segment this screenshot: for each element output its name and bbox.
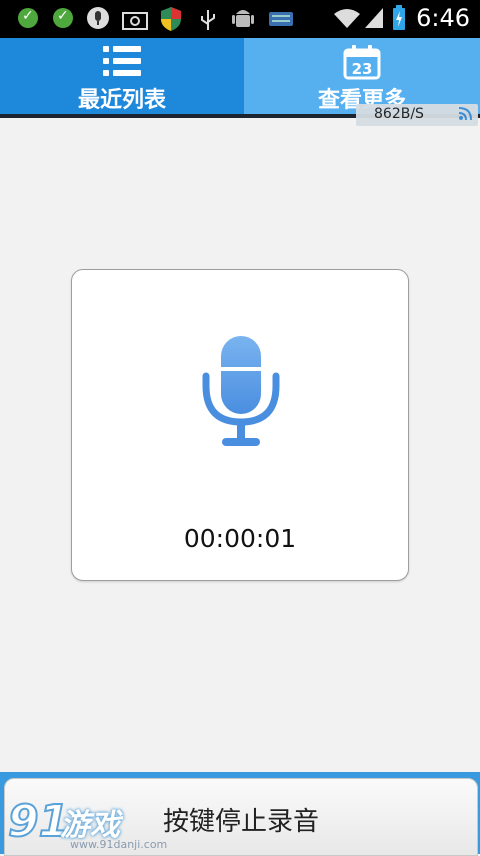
status-bar: 6:46 — [0, 0, 480, 38]
network-speed-badge: 862B/S — [356, 104, 478, 126]
tab-view-more[interactable]: 23 查看更多 — [244, 38, 480, 114]
photo-icon — [122, 12, 148, 30]
tab-bar: 最近列表 23 查看更多 — [0, 38, 480, 114]
android-icon — [232, 10, 254, 27]
signal-icon — [365, 8, 383, 28]
check-icon — [53, 8, 73, 28]
watermark-url: www.91danji.com — [70, 838, 168, 851]
battery-small-icon — [269, 12, 293, 26]
shield-icon — [161, 7, 181, 31]
svg-text:91: 91 — [8, 796, 66, 844]
battery-charging-icon — [393, 5, 405, 30]
mic-notify-icon — [87, 7, 109, 29]
rss-icon — [458, 107, 472, 121]
clock: 6:46 — [416, 4, 470, 32]
tab-recent-list[interactable]: 最近列表 — [0, 38, 244, 114]
check-icon — [18, 8, 38, 28]
watermark-logo: 91 — [7, 795, 66, 844]
calendar-icon: 23 — [343, 45, 381, 80]
microphone-icon — [202, 336, 280, 446]
wifi-icon — [334, 9, 360, 28]
list-icon — [103, 46, 141, 76]
tab-label: 最近列表 — [77, 88, 166, 113]
recording-timer: 00:00:01 — [183, 524, 297, 553]
usb-icon — [201, 10, 215, 30]
network-speed-text: 862B/S — [374, 106, 424, 122]
recording-card: 00:00:01 — [71, 269, 409, 581]
calendar-day: 23 — [352, 60, 373, 78]
